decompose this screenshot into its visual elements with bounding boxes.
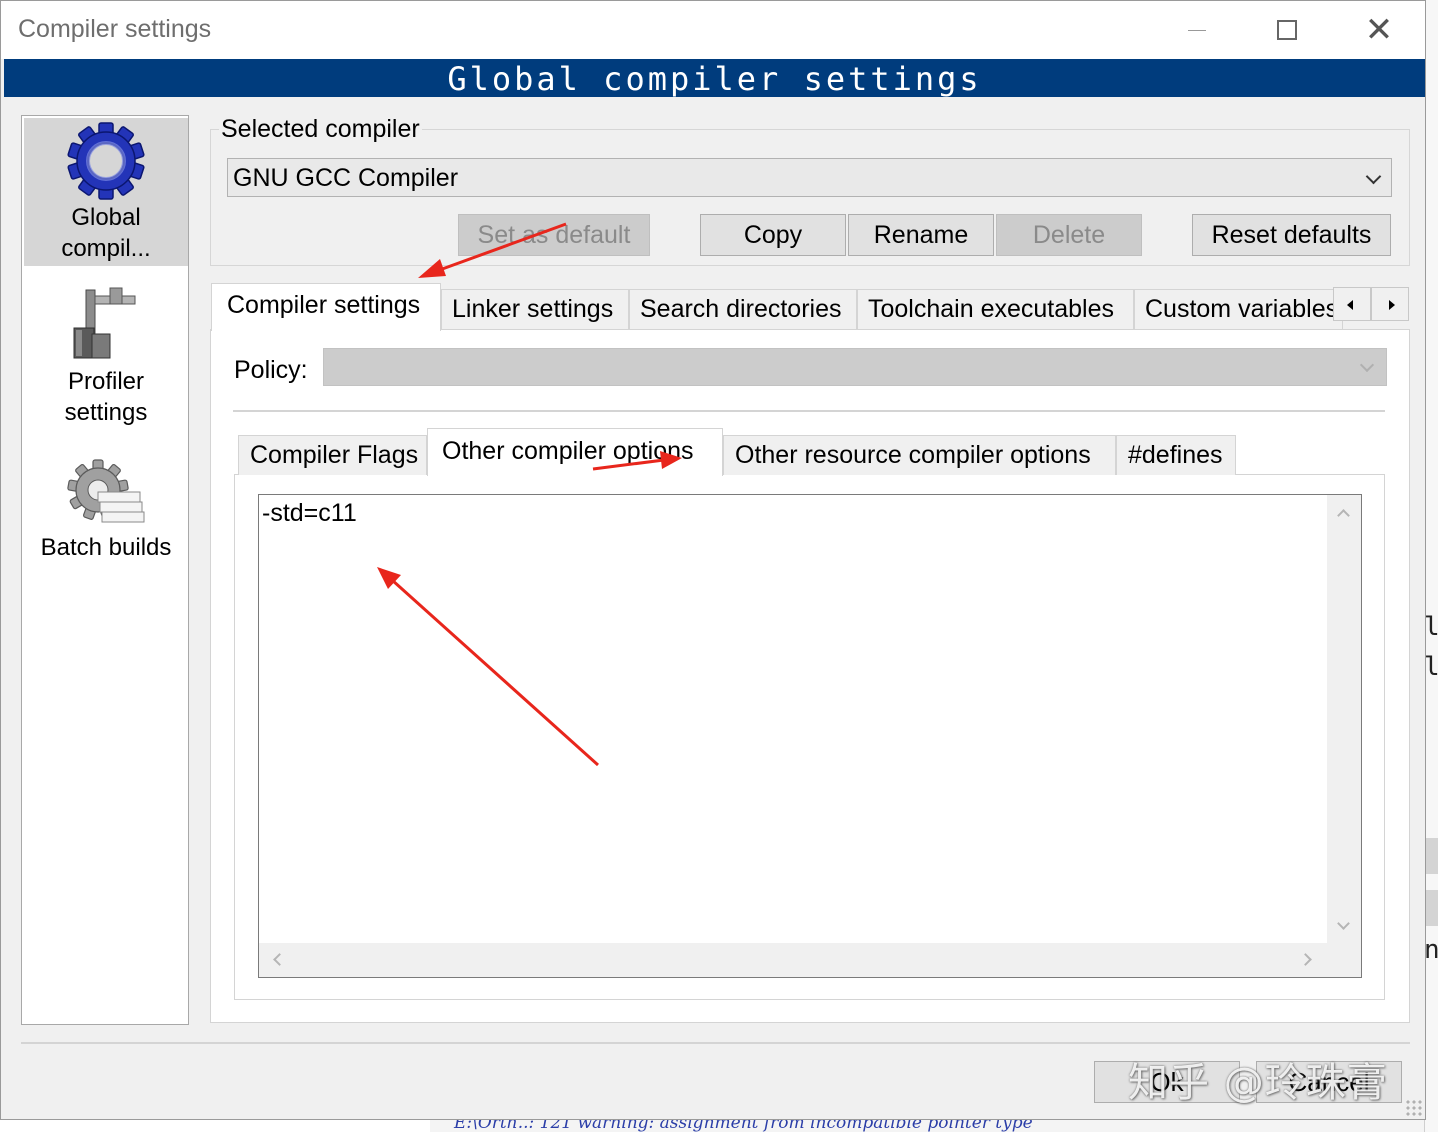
sidebar-item-label: compil... <box>61 235 151 262</box>
background-text-fragment: n <box>1424 935 1438 965</box>
watermark-text: 知乎 @玲珠膏 <box>1128 1060 1388 1106</box>
settings-category-list[interactable]: Global compil... Profiler settings Batch… <box>21 115 189 1025</box>
tab-defines[interactable]: #defines <box>1116 435 1236 475</box>
sidebar-item-label: Profiler <box>67 368 145 395</box>
sidebar-item-global-compiler[interactable]: Global compil... <box>24 118 188 266</box>
chevron-down-icon <box>1365 168 1382 185</box>
footer-divider <box>21 1042 1410 1044</box>
settings-tab-strip: Compiler settings Linker settings Search… <box>211 283 1409 331</box>
background-build-log: E:\Orth..: 121 warning: assignment from … <box>430 1118 1424 1132</box>
tab-other-resource-compiler-options[interactable]: Other resource compiler options <box>723 435 1116 475</box>
rename-button[interactable]: Rename <box>848 214 994 256</box>
gear-icon <box>67 122 145 200</box>
tab-custom-variables[interactable]: Custom variables <box>1134 289 1343 329</box>
reset-defaults-button[interactable]: Reset defaults <box>1192 214 1391 256</box>
tab-scroll-right-button[interactable] <box>1371 287 1409 321</box>
sidebar-item-label: Batch builds <box>40 534 172 561</box>
policy-select[interactable] <box>323 348 1387 386</box>
tab-toolchain-executables[interactable]: Toolchain executables <box>857 289 1134 329</box>
sidebar-item-label: Global <box>71 204 141 231</box>
window-title: Compiler settings <box>18 15 212 43</box>
compiler-select-value: GNU GCC Compiler <box>233 164 459 192</box>
tab-scroll-left-button[interactable] <box>1333 287 1371 321</box>
policy-label: Policy: <box>234 356 308 384</box>
minimize-icon <box>1188 29 1206 31</box>
arrow-left-icon <box>1347 300 1353 310</box>
build-log-line: E:\Orth..: 121 warning: assignment from … <box>454 1118 1033 1132</box>
tab-linker-settings[interactable]: Linker settings <box>441 289 629 329</box>
background-text-fragment: l <box>1424 652 1438 682</box>
background-band <box>1425 890 1438 926</box>
scroll-left-icon[interactable] <box>273 953 286 966</box>
editor-text[interactable]: -std=c11 <box>262 499 357 528</box>
page-banner: Global compiler settings <box>4 59 1425 98</box>
sidebar-item-label: settings <box>64 399 148 426</box>
maximize-icon <box>1277 20 1297 40</box>
scroll-right-icon[interactable] <box>1299 953 1312 966</box>
tab-compiler-settings[interactable]: Compiler settings <box>211 283 441 331</box>
scroll-down-icon[interactable] <box>1337 917 1350 930</box>
sidebar-item-profiler-settings[interactable]: Profiler settings <box>24 282 188 432</box>
compiler-options-editor[interactable]: -std=c11 <box>258 494 1362 978</box>
scrollbar-corner <box>1327 943 1361 977</box>
compiler-select[interactable]: GNU GCC Compiler <box>227 158 1392 197</box>
close-button[interactable]: ✕ <box>1333 1 1425 59</box>
profiler-caliper-icon <box>73 287 136 359</box>
background-text-fragment: l <box>1424 612 1438 642</box>
chevron-down-icon <box>1359 357 1375 373</box>
copy-button[interactable]: Copy <box>700 214 846 256</box>
scroll-up-icon[interactable] <box>1337 509 1350 522</box>
title-bar[interactable]: Compiler settings ✕ <box>1 1 1425 59</box>
arrow-right-icon <box>1389 300 1395 310</box>
horizontal-scrollbar[interactable] <box>259 943 1327 977</box>
close-icon: ✕ <box>1364 11 1394 49</box>
delete-button[interactable]: Delete <box>996 214 1142 256</box>
background-band <box>1425 838 1438 874</box>
vertical-scrollbar[interactable] <box>1327 495 1361 943</box>
set-as-default-button[interactable]: Set as default <box>458 214 650 256</box>
resize-grip-icon[interactable] <box>1405 1099 1423 1117</box>
tab-search-directories[interactable]: Search directories <box>629 289 857 329</box>
tab-other-compiler-options[interactable]: Other compiler options <box>427 428 723 476</box>
maximize-button[interactable] <box>1241 1 1333 59</box>
sidebar-item-batch-builds[interactable]: Batch builds <box>24 458 188 570</box>
selected-compiler-label: Selected compiler <box>219 115 422 144</box>
minimize-button[interactable] <box>1151 1 1243 59</box>
batch-gear-icon <box>67 459 145 523</box>
compiler-settings-dialog: Compiler settings ✕ Global compiler sett… <box>0 0 1426 1120</box>
divider <box>233 410 1385 412</box>
tab-compiler-flags[interactable]: Compiler Flags <box>238 435 427 475</box>
